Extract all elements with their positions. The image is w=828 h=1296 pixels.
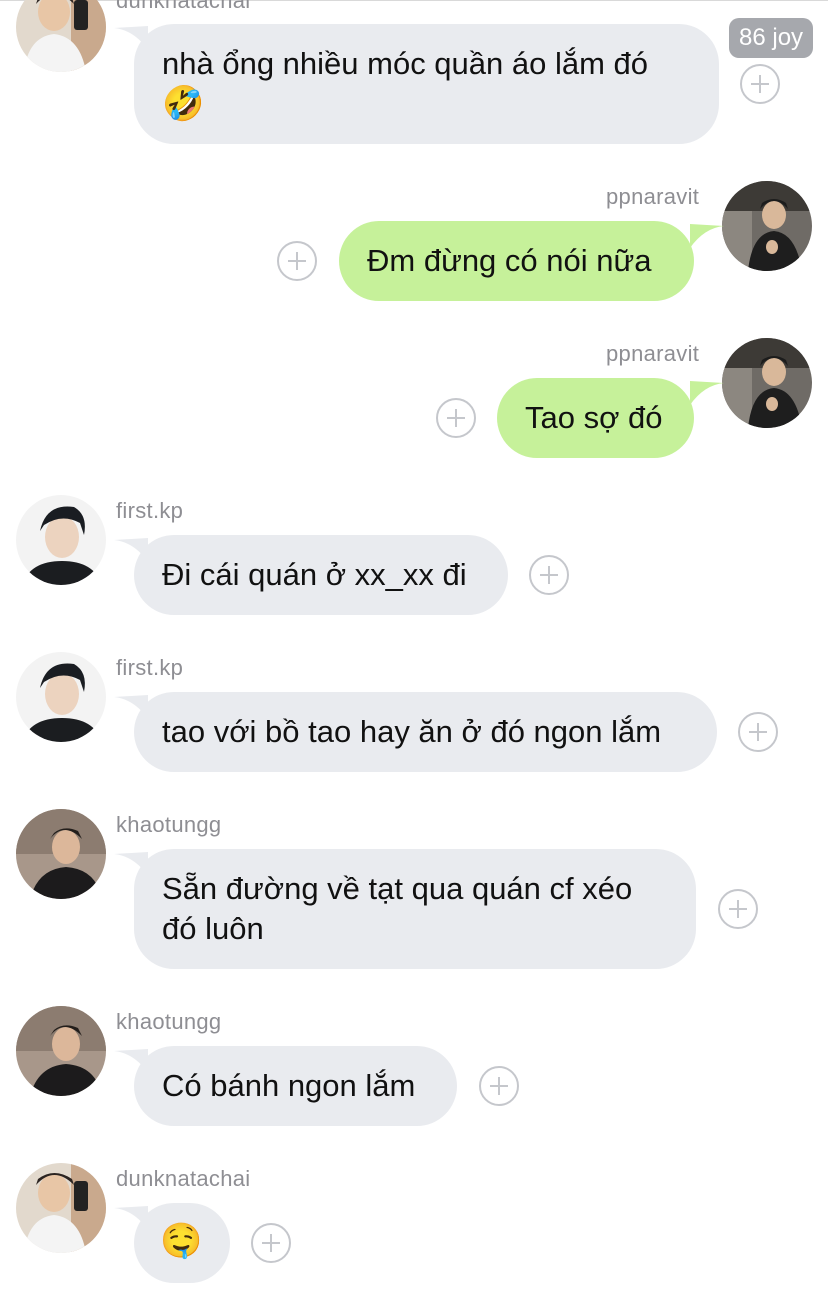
message-text: Đm đừng có nói nữa [367,243,652,278]
username: ppnaravit [606,184,700,209]
plus-circle-icon[interactable] [251,1223,291,1263]
avatar[interactable] [16,1006,106,1096]
username: ppnaravit [606,341,700,366]
avatar[interactable] [16,652,106,742]
message-bubble[interactable]: Đm đừng có nói nữa [339,221,694,301]
plus-circle-icon[interactable] [479,1066,519,1106]
message-text: Có bánh ngon lắm [162,1068,416,1103]
username: dunknatachai [116,1166,251,1191]
plus-circle-icon[interactable] [436,398,476,438]
rofl-emoji: 🤣 [162,84,205,124]
message-text: tao với bồ tao hay ăn ở đó ngon lắm [162,714,662,749]
bubble-tail [690,224,724,248]
message-text: Tao sợ đó [525,400,663,435]
username: khaotungg [116,1009,222,1034]
avatar[interactable] [722,181,812,271]
message-bubble[interactable]: Sẵn đường về tạt qua quán cf xéo đó luôn [134,849,696,969]
message-text: nhà ổng nhiều móc quần áo lắm đó [162,46,649,81]
username: first.kp [116,655,184,680]
avatar[interactable] [722,338,812,428]
message-bubble[interactable]: Tao sợ đó [497,378,694,458]
message-bubble[interactable]: 🤤 [134,1203,230,1283]
message-bubble[interactable]: Đi cái quán ở xx_xx đi [134,535,508,615]
plus-circle-icon[interactable] [738,712,778,752]
message-text: Đi cái quán ở xx_xx đi [162,557,467,592]
plus-circle-icon[interactable] [529,555,569,595]
avatar[interactable] [16,495,106,585]
bubble-tail [690,381,724,405]
plus-circle-icon[interactable] [718,889,758,929]
message-bubble[interactable]: nhà ổng nhiều móc quần áo lắm đó 🤣 [134,24,719,144]
joy-reaction-badge[interactable]: 86 joy [729,18,814,58]
plus-circle-icon[interactable] [740,64,780,104]
drooling-emoji: 🤤 [160,1221,203,1261]
username: first.kp [116,498,184,523]
avatar[interactable] [16,0,106,72]
plus-circle-icon[interactable] [277,241,317,281]
message-bubble[interactable]: Có bánh ngon lắm [134,1046,457,1126]
message-bubble[interactable]: tao với bồ tao hay ăn ở đó ngon lắm [134,692,717,772]
username: dunknatachai [116,0,251,13]
avatar[interactable] [16,1163,106,1253]
username: khaotungg [116,812,222,837]
avatar[interactable] [16,809,106,899]
message-text: Sẵn đường về tạt qua quán cf xéo đó luôn [162,871,633,946]
